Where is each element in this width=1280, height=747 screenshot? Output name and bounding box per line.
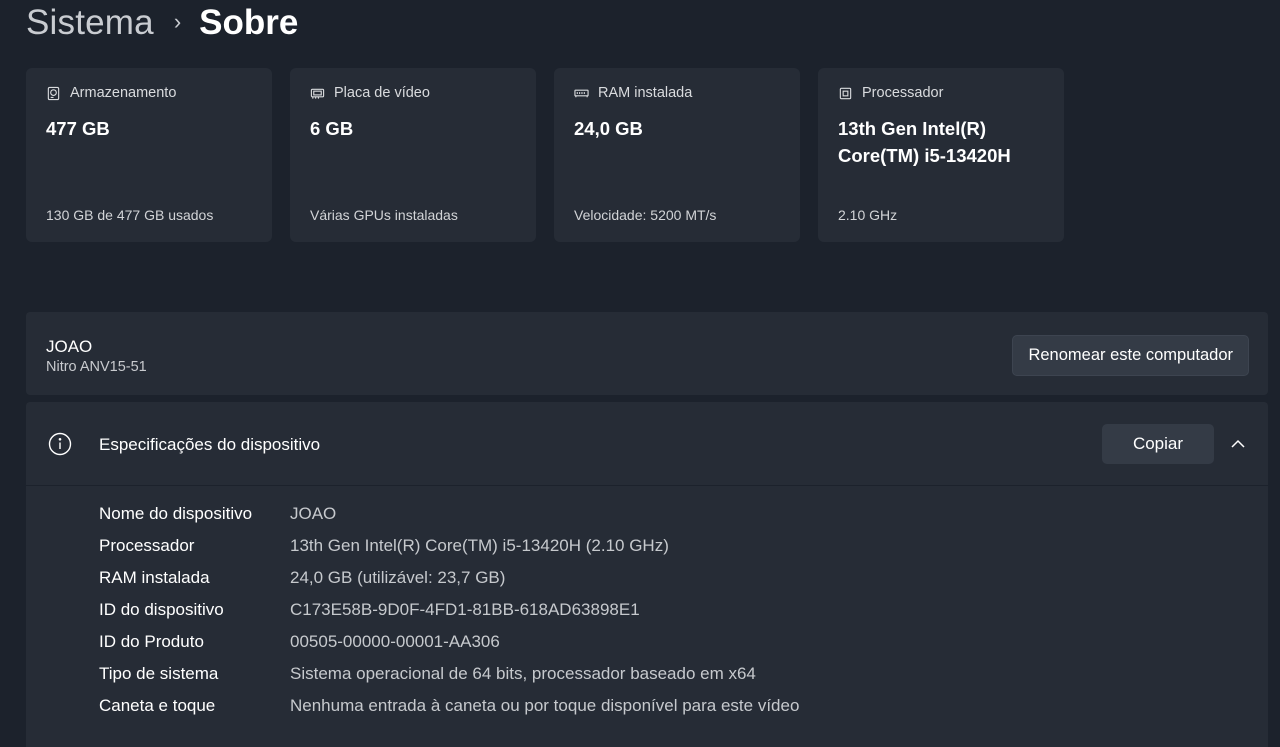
card-storage[interactable]: Armazenamento 477 GB 130 GB de 477 GB us…: [26, 68, 272, 242]
copy-button[interactable]: Copiar: [1102, 424, 1214, 464]
card-sub: Velocidade: 5200 MT/s: [574, 207, 717, 223]
card-value: 477 GB: [46, 118, 110, 139]
card-value: 24,0 GB: [574, 118, 643, 139]
card-processor[interactable]: Processador 13th Gen Intel(R) Core(TM) i…: [818, 68, 1064, 242]
spec-label: Caneta e toque: [99, 696, 216, 715]
card-gpu[interactable]: Placa de vídeo 6 GB Várias GPUs instalad…: [290, 68, 536, 242]
spec-value: Sistema operacional de 64 bits, processa…: [290, 664, 756, 683]
device-specs-title: Especificações do dispositivo: [99, 435, 321, 454]
about-page: Sistema › Sobre Armazenamento 477 GB 130…: [0, 0, 1280, 747]
spec-row: RAM instalada 24,0 GB (utilizável: 23,7 …: [99, 562, 799, 594]
breadcrumb: Sistema › Sobre: [26, 0, 298, 46]
spec-row: Processador 13th Gen Intel(R) Core(TM) i…: [99, 530, 799, 562]
device-specs-section: Especificações do dispositivo Copiar Nom…: [26, 402, 1268, 747]
rename-computer-button[interactable]: Renomear este computador: [1012, 335, 1249, 376]
spec-row: ID do Produto 00505-00000-00001-AA306: [99, 626, 799, 658]
card-sub: 130 GB de 477 GB usados: [46, 207, 214, 223]
breadcrumb-sistema[interactable]: Sistema: [26, 3, 154, 43]
info-icon: [48, 432, 72, 456]
spec-label: RAM instalada: [99, 568, 210, 587]
spec-label: Processador: [99, 536, 195, 555]
spec-value: JOAO: [290, 504, 337, 523]
spec-row: ID do dispositivo C173E58B-9D0F-4FD1-81B…: [99, 594, 799, 626]
computer-model: Nitro ANV15-51: [46, 359, 147, 375]
spec-label: Tipo de sistema: [99, 664, 219, 683]
device-specs-header[interactable]: Especificações do dispositivo Copiar: [26, 402, 1268, 486]
card-sub: Várias GPUs instaladas: [310, 207, 458, 223]
page-title: Sobre: [199, 3, 299, 42]
computer-name-bar: JOAO Nitro ANV15-51 Renomear este comput…: [26, 312, 1268, 395]
card-label: Placa de vídeo: [334, 85, 430, 101]
spec-value: Nenhuma entrada à caneta ou por toque di…: [290, 696, 800, 715]
chevron-up-icon[interactable]: [1230, 436, 1246, 452]
storage-icon: [47, 86, 60, 100]
card-ram[interactable]: RAM instalada 24,0 GB Velocidade: 5200 M…: [554, 68, 800, 242]
card-label: Processador: [862, 85, 944, 101]
spec-value: 24,0 GB (utilizável: 23,7 GB): [290, 568, 506, 587]
spec-value: C173E58B-9D0F-4FD1-81BB-618AD63898E1: [290, 600, 640, 619]
chevron-right-icon: ›: [173, 9, 182, 34]
ram-icon: [574, 89, 589, 97]
card-value: 13th Gen Intel(R) Core(TM) i5-13420H: [838, 115, 1044, 169]
card-value-line2: Core(TM) i5-13420H: [838, 145, 1011, 166]
card-label: Armazenamento: [70, 85, 177, 101]
spec-rows: Nome do dispositivo JOAO Processador 13t…: [99, 498, 799, 722]
spec-row: Caneta e toque Nenhuma entrada à caneta …: [99, 690, 799, 722]
spec-label: Nome do dispositivo: [99, 504, 253, 523]
spec-cards: Armazenamento 477 GB 130 GB de 477 GB us…: [26, 68, 1064, 242]
spec-label: ID do Produto: [99, 632, 204, 651]
gpu-icon: [310, 88, 325, 99]
spec-label: ID do dispositivo: [99, 600, 224, 619]
processor-icon: [839, 87, 852, 99]
spec-value: 00505-00000-00001-AA306: [290, 632, 500, 651]
spec-value: 13th Gen Intel(R) Core(TM) i5-13420H (2.…: [290, 536, 669, 555]
card-sub: 2.10 GHz: [838, 207, 898, 223]
card-value-line1: 13th Gen Intel(R): [838, 118, 987, 139]
spec-row: Nome do dispositivo JOAO: [99, 498, 799, 530]
card-label: RAM instalada: [598, 85, 693, 101]
card-value: 6 GB: [310, 118, 354, 139]
spec-row: Tipo de sistema Sistema operacional de 6…: [99, 658, 799, 690]
computer-name: JOAO: [46, 337, 93, 356]
